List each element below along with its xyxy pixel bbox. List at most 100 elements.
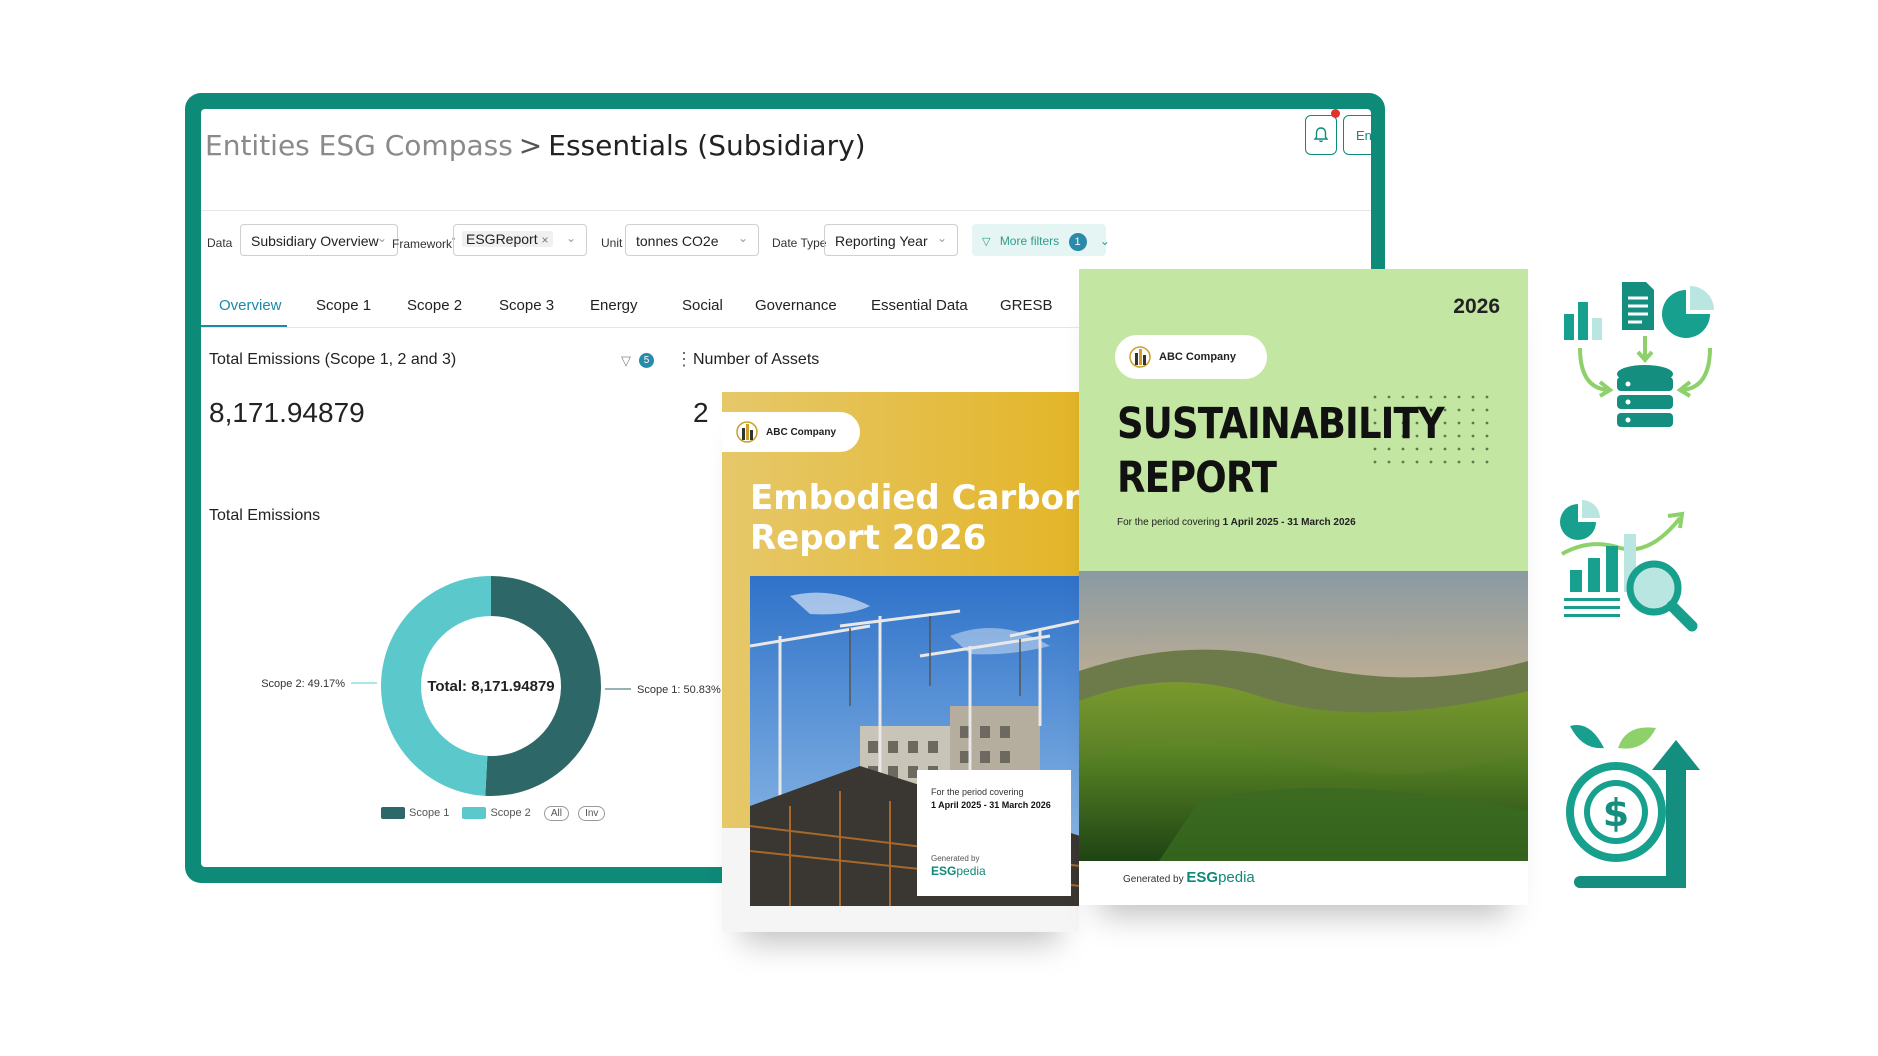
svg-text:$: $ xyxy=(1603,791,1629,835)
unit-select-value: tonnes CO2e xyxy=(636,233,719,249)
company-name: ABC Company xyxy=(1159,351,1237,363)
decorative-dot xyxy=(1485,460,1489,464)
tab-overview[interactable]: Overview xyxy=(219,297,282,314)
card-spacer xyxy=(931,812,1057,852)
decorative-dot xyxy=(1471,447,1475,451)
data-select[interactable]: Subsidiary Overview ⌄ xyxy=(240,224,398,256)
decorative-dot xyxy=(1457,434,1461,438)
chevron-down-icon: ⌄ xyxy=(1099,234,1110,249)
decorative-dot xyxy=(1443,421,1447,425)
number-of-assets-title: Number of Assets xyxy=(693,351,820,368)
tab-scope-3[interactable]: Scope 3 xyxy=(499,297,554,314)
analytics-magnifier-icon xyxy=(1560,500,1698,632)
filter-icon: ▽ xyxy=(982,236,991,249)
date-type-select[interactable]: Reporting Year ⌄ xyxy=(824,224,958,256)
period-range: 1 April 2025 - 31 March 2026 xyxy=(931,799,1057,812)
generated-by-label: Generated by xyxy=(1123,874,1187,885)
decorative-dot xyxy=(1485,434,1489,438)
more-filters-label: More filters xyxy=(999,234,1060,249)
data-label: Data xyxy=(207,236,233,250)
slice-label: Scope 2: 49.17% xyxy=(261,678,345,690)
generated-by-footer: Generated by ESGpedia xyxy=(1123,869,1255,886)
chevron-down-icon: ⌄ xyxy=(737,231,748,245)
card-filter-badge: 5 xyxy=(639,353,654,368)
breadcrumb-parent[interactable]: Entities ESG Compass xyxy=(205,129,513,162)
chevron-down-icon: ⌄ xyxy=(376,231,387,245)
card-filter-icon[interactable]: ▽ xyxy=(621,353,631,369)
donut-center-label: Total: 8,171.94879 xyxy=(427,678,554,695)
chevron-down-icon: ⌄ xyxy=(936,231,947,245)
brand-suffix: pedia xyxy=(956,864,986,878)
unit-select[interactable]: tonnes CO2e ⌄ xyxy=(625,224,759,256)
decorative-dot xyxy=(1485,408,1489,412)
slice-label: Scope 1: 50.83% xyxy=(637,684,721,696)
more-options-icon[interactable]: ⋮ xyxy=(675,349,693,370)
date-type-select-value: Reporting Year xyxy=(835,233,928,249)
tab-scope-1[interactable]: Scope 1 xyxy=(316,297,371,314)
report-title: SUSTAINABILITY REPORT xyxy=(1117,397,1445,505)
legend-item-scope-2[interactable]: Scope 2 xyxy=(462,807,531,820)
tab-essential-data[interactable]: Essential Data xyxy=(871,297,968,314)
esgpedia-logo: ESGpedia xyxy=(931,865,1057,878)
more-filters-button[interactable]: ▽ More filters 1 ⌄ xyxy=(972,224,1110,256)
report-title-line-1: SUSTAINABILITY xyxy=(1117,399,1445,449)
decorative-dot xyxy=(1485,421,1489,425)
total-emissions-value: 8,171.94879 xyxy=(209,397,365,428)
bell-icon xyxy=(1313,127,1329,143)
total-emissions-donut-chart: Scope 1: 50.83% Scope 2: 49.17% Total: 8,1… xyxy=(261,576,721,796)
company-logo-badge: ABC Company xyxy=(722,412,860,452)
tab-bar: Overview Scope 1 Scope 2 Scope 3 Energy … xyxy=(201,287,1101,328)
legend-label-scope-2: Scope 2 xyxy=(490,807,531,819)
decorative-dot xyxy=(1457,460,1461,464)
decorative-dot xyxy=(1485,395,1489,399)
tab-energy[interactable]: Energy xyxy=(590,297,638,314)
chip-remove-icon[interactable]: × xyxy=(541,233,548,247)
framework-select[interactable]: ESGReport × ⌄ xyxy=(453,224,587,256)
period-range-text: 1 April 2025 - 31 March 2026 xyxy=(931,800,1051,810)
report-period: For the period covering 1 April 2025 - 3… xyxy=(1117,517,1356,528)
green-finance-growth-icon: $ xyxy=(1566,724,1700,888)
decorative-dot xyxy=(1471,408,1475,412)
decorative-dot xyxy=(1457,408,1461,412)
legend-swatch-scope-2 xyxy=(462,807,487,820)
chevron-down-icon: ⌄ xyxy=(565,231,576,245)
company-logo-badge: ABC Company xyxy=(1115,335,1267,379)
period-intro: For the period covering xyxy=(931,787,1024,797)
report-title: Embodied Carbon Report 2026 xyxy=(750,478,1079,558)
tab-social[interactable]: Social xyxy=(682,297,723,314)
sustainability-report-cover: 2026 ABC Company SUSTAINABILITY REPORT F… xyxy=(1079,269,1528,905)
decorative-dot xyxy=(1443,447,1447,451)
page-title: Essentials (Subsidiary) xyxy=(548,129,866,162)
company-name: ABC Company xyxy=(766,426,837,438)
framework-chip: ESGReport × xyxy=(462,231,553,247)
green-hills-photo xyxy=(1079,571,1528,861)
chart-legend: Scope 1 Scope 2 All Inv xyxy=(381,806,611,821)
framework-chip-label: ESGReport xyxy=(466,231,538,247)
decorative-dot xyxy=(1485,447,1489,451)
decorative-dot xyxy=(1443,395,1447,399)
legend-invert-button[interactable]: Inv xyxy=(578,806,606,821)
decorative-dot xyxy=(1471,460,1475,464)
data-integration-icon xyxy=(1564,282,1714,427)
framework-label-text: Framework xyxy=(392,237,453,251)
legend-item-scope-1[interactable]: Scope 1 xyxy=(381,807,449,820)
number-of-assets-value: 2 xyxy=(693,397,709,428)
unit-label: Unit xyxy=(601,236,623,250)
date-type-label: Date Type xyxy=(772,236,827,250)
decorative-dot xyxy=(1471,395,1475,399)
period-range: 1 April 2025 - 31 March 2026 xyxy=(1222,517,1356,528)
tab-governance[interactable]: Governance xyxy=(755,297,837,314)
notifications-button[interactable] xyxy=(1305,115,1337,155)
report-period-card: For the period covering 1 April 2025 - 3… xyxy=(917,770,1071,896)
more-filters-badge: 1 xyxy=(1068,233,1087,251)
language-button[interactable]: En xyxy=(1343,115,1371,155)
legend-all-button[interactable]: All xyxy=(543,806,569,821)
report-title-line-2: REPORT xyxy=(1117,453,1277,503)
company-logo-icon xyxy=(1129,346,1151,368)
decorative-dot xyxy=(1457,421,1461,425)
legend-swatch-scope-1 xyxy=(381,807,405,820)
tab-scope-2[interactable]: Scope 2 xyxy=(407,297,462,314)
tab-gresb[interactable]: GRESB xyxy=(1000,297,1053,314)
brand-prefix: ESG xyxy=(1186,869,1219,886)
decorative-dot xyxy=(1457,447,1461,451)
